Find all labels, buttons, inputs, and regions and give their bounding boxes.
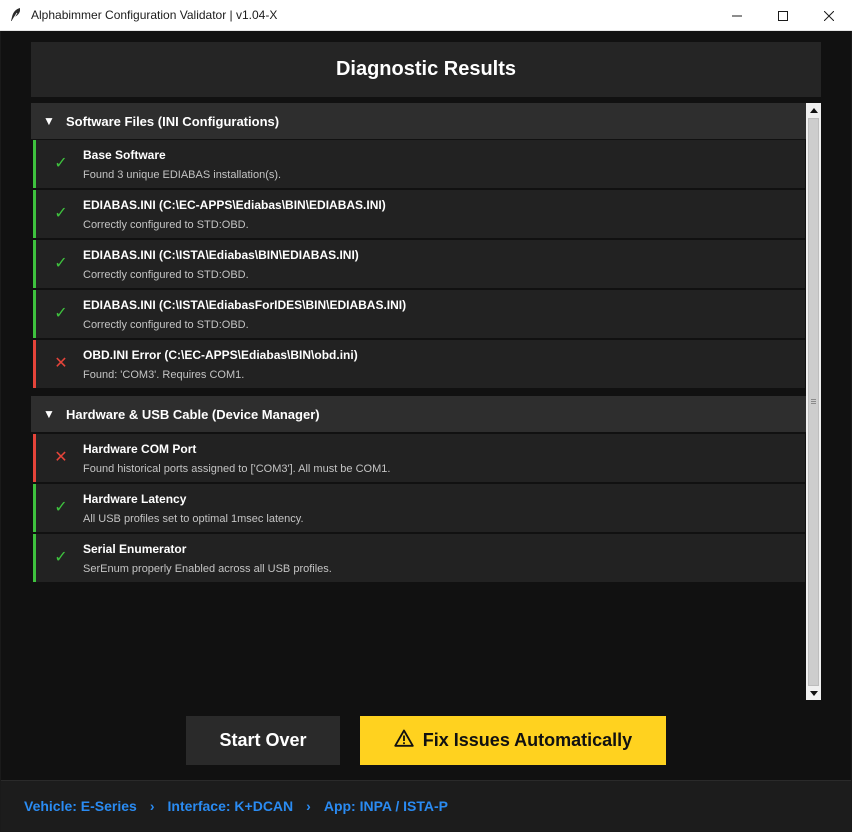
- result-detail: Correctly configured to STD:OBD.: [83, 269, 249, 281]
- section-header-hardware[interactable]: ▼ Hardware & USB Cable (Device Manager): [31, 396, 806, 432]
- result-title: Serial Enumerator: [83, 542, 187, 556]
- warning-icon: [394, 729, 414, 752]
- fix-issues-button[interactable]: Fix Issues Automatically: [360, 716, 666, 765]
- title-bar: Alphabimmer Configuration Validator | v1…: [0, 0, 852, 31]
- fix-issues-label: Fix Issues Automatically: [422, 730, 633, 750]
- check-icon: ✓: [54, 305, 68, 322]
- collapse-caret-icon[interactable]: ▼: [43, 114, 55, 128]
- results-list[interactable]: ▼ Software Files (INI Configurations) ✓ …: [31, 103, 806, 700]
- close-button[interactable]: [806, 0, 852, 31]
- result-row-ediabas-ec-apps: ✓ EDIABAS.INI (C:\EC-APPS\Ediabas\BIN\ED…: [33, 190, 805, 238]
- window-title: Alphabimmer Configuration Validator | v1…: [31, 8, 278, 22]
- status-bar: [33, 340, 36, 388]
- section-header-software[interactable]: ▼ Software Files (INI Configurations): [31, 103, 806, 139]
- result-title: Base Software: [83, 148, 166, 162]
- result-row-base-software: ✓ Base Software Found 3 unique EDIABAS i…: [33, 140, 805, 188]
- result-title: EDIABAS.INI (C:\EC-APPS\Ediabas\BIN\EDIA…: [83, 198, 386, 212]
- check-icon: ✓: [54, 205, 68, 222]
- breadcrumb-interface[interactable]: Interface: K+DCAN: [168, 798, 294, 814]
- result-row-serial-enumerator: ✓ Serial Enumerator SerEnum properly Ena…: [33, 534, 805, 582]
- result-row-com-port: ✕ Hardware COM Port Found historical por…: [33, 434, 805, 482]
- status-bar: [33, 140, 36, 188]
- result-row-latency: ✓ Hardware Latency All USB profiles set …: [33, 484, 805, 532]
- grip-line: [811, 403, 816, 404]
- result-title: Hardware COM Port: [83, 442, 197, 456]
- result-detail: Correctly configured to STD:OBD.: [83, 219, 249, 231]
- vertical-scrollbar[interactable]: [806, 103, 821, 700]
- cross-icon: ✕: [54, 449, 68, 466]
- breadcrumb: Vehicle: E-Series › Interface: K+DCAN › …: [1, 780, 851, 831]
- section-title: Hardware & USB Cable (Device Manager): [66, 406, 320, 422]
- result-detail: Correctly configured to STD:OBD.: [83, 319, 249, 331]
- result-detail: Found historical ports assigned to ['COM…: [83, 463, 391, 475]
- status-bar: [33, 240, 36, 288]
- grip-line: [811, 401, 816, 402]
- check-icon: ✓: [54, 549, 68, 566]
- scroll-up-button[interactable]: [806, 103, 821, 117]
- chevron-right-icon: ›: [149, 798, 155, 814]
- results-header: Diagnostic Results: [31, 42, 821, 97]
- scroll-down-button[interactable]: [806, 686, 821, 700]
- page-title: Diagnostic Results: [335, 58, 517, 80]
- check-icon: ✓: [54, 255, 68, 272]
- result-title: EDIABAS.INI (C:\ISTA\Ediabas\BIN\EDIABAS…: [83, 248, 359, 262]
- result-detail: All USB profiles set to optimal 1msec la…: [83, 513, 304, 525]
- start-over-button[interactable]: Start Over: [186, 716, 340, 765]
- breadcrumb-app[interactable]: App: INPA / ISTA-P: [324, 798, 448, 814]
- collapse-caret-icon[interactable]: ▼: [43, 407, 55, 421]
- close-icon: [824, 10, 834, 21]
- status-bar: [33, 534, 36, 582]
- minimize-icon: [732, 15, 742, 16]
- feather-icon: [11, 8, 20, 22]
- status-bar: [33, 290, 36, 338]
- section-title: Software Files (INI Configurations): [66, 113, 280, 129]
- result-detail: Found 3 unique EDIABAS installation(s).: [83, 169, 282, 181]
- check-icon: ✓: [54, 155, 68, 172]
- scroll-thumb[interactable]: [808, 118, 819, 686]
- minimize-button[interactable]: [714, 0, 760, 31]
- result-title: EDIABAS.INI (C:\ISTA\EdiabasForIDES\BIN\…: [83, 298, 407, 312]
- status-bar: [33, 434, 36, 482]
- result-row-obd-ini-error: ✕ OBD.INI Error (C:\EC-APPS\Ediabas\BIN\…: [33, 340, 805, 388]
- arrow-down-icon: [809, 690, 818, 696]
- result-row-ediabas-ista: ✓ EDIABAS.INI (C:\ISTA\Ediabas\BIN\EDIAB…: [33, 240, 805, 288]
- result-detail: Found: 'COM3'. Requires COM1.: [83, 369, 245, 381]
- check-icon: ✓: [54, 499, 68, 516]
- arrow-up-icon: [809, 107, 818, 113]
- status-bar: [33, 484, 36, 532]
- chevron-right-icon: ›: [306, 798, 311, 814]
- result-title: Hardware Latency: [83, 492, 187, 506]
- status-bar: [33, 190, 36, 238]
- grip-line: [811, 399, 816, 400]
- maximize-button[interactable]: [760, 0, 806, 31]
- cross-icon: ✕: [54, 355, 68, 372]
- maximize-icon: [778, 10, 788, 21]
- result-row-ediabas-ides: ✓ EDIABAS.INI (C:\ISTA\EdiabasForIDES\BI…: [33, 290, 805, 338]
- result-title: OBD.INI Error (C:\EC-APPS\Ediabas\BIN\ob…: [83, 348, 358, 362]
- result-detail: SerEnum properly Enabled across all USB …: [83, 563, 332, 575]
- breadcrumb-vehicle[interactable]: Vehicle: E-Series: [24, 798, 137, 814]
